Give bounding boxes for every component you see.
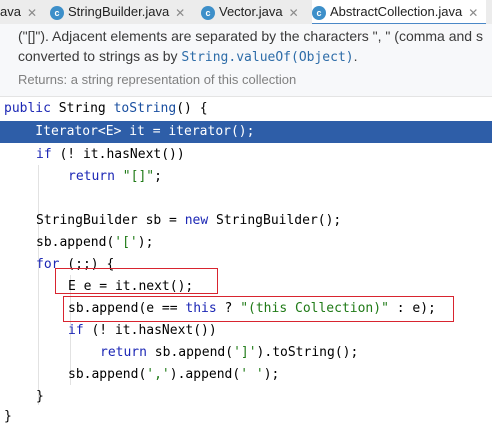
doc-code-link[interactable]: String.valueOf(Object) (181, 50, 353, 65)
annotation-box-next (55, 268, 218, 294)
class-icon: c (50, 5, 64, 20)
doc-text: ("[]"). Adjacent elements are separated … (18, 28, 483, 44)
keyword: return (100, 345, 147, 360)
code-text: () { (176, 101, 208, 116)
close-icon[interactable]: ✕ (175, 6, 185, 20)
code-line-15[interactable]: } (0, 406, 492, 428)
code-text: ).toString(); (256, 345, 359, 360)
code-line-4[interactable]: return "[]"; (0, 166, 492, 188)
code-line-2-selected[interactable]: Iterator<E> it = iterator(); (0, 121, 492, 143)
class-icon: c (312, 5, 326, 20)
doc-text: . (353, 48, 358, 64)
close-icon[interactable]: ✕ (289, 6, 299, 20)
string-literal: "[]" (122, 169, 155, 184)
doc-text: converted to strings as by (18, 48, 182, 64)
code-text: sb.append( (36, 235, 115, 250)
doc-line-1: ("[]"). Adjacent elements are separated … (18, 28, 483, 44)
code-line-6[interactable]: StringBuilder sb = new StringBuilder(); (0, 210, 492, 232)
annotation-box-append (63, 296, 454, 322)
code-text: sb.append( (68, 367, 147, 382)
code-text: String (50, 101, 114, 116)
close-icon[interactable]: ✕ (27, 6, 37, 20)
close-icon[interactable]: ✕ (468, 6, 478, 20)
class-icon: c (201, 5, 215, 20)
code-text: Iterator<E> it = iterator(); (4, 124, 255, 139)
code-text: } (36, 389, 44, 404)
code-line-1[interactable]: public String toString() { (0, 98, 492, 120)
string-literal: ']' (233, 345, 257, 360)
code-line-11[interactable]: if (! it.hasNext()) (0, 320, 492, 342)
code-line-12[interactable]: return sb.append(']').toString(); (0, 342, 492, 364)
code-line-3[interactable]: if (! it.hasNext()) (0, 144, 492, 166)
keyword: public (4, 101, 51, 116)
string-literal: ',' (146, 367, 170, 382)
editor-tab-bar: ava ✕ c StringBuilder.java ✕ c Vector.java ✕ … (0, 0, 492, 25)
code-line-13[interactable]: sb.append(',').append(' '); (0, 364, 492, 386)
tab-abstractcollection[interactable]: c AbstractCollection.java ✕ (312, 0, 487, 25)
string-literal: ' ' (240, 367, 264, 382)
javadoc-panel: ("[]"). Adjacent elements are separated … (0, 24, 492, 97)
tab-label: StringBuilder.java (68, 4, 170, 19)
tab-label: Vector.java (219, 4, 283, 19)
code-text: StringBuilder(); (208, 213, 342, 228)
tab-partial[interactable]: ava ✕ (0, 0, 37, 24)
keyword: if (36, 147, 52, 162)
keyword: new (184, 213, 209, 228)
code-text: (! it.hasNext()) (51, 147, 185, 162)
keyword: return (68, 169, 115, 184)
code-line-14[interactable]: } (0, 386, 492, 408)
doc-returns: Returns: a string representation of this… (18, 72, 297, 87)
code-text: ).append( (169, 367, 241, 382)
code-line-7[interactable]: sb.append('['); (0, 232, 492, 254)
tab-label: ava (0, 4, 21, 19)
string-literal: '[' (114, 235, 138, 250)
code-text: sb.append( (146, 345, 234, 360)
tab-stringbuilder[interactable]: c StringBuilder.java ✕ (50, 0, 185, 24)
method-name: toString (113, 101, 177, 116)
tab-label: AbstractCollection.java (330, 4, 463, 19)
code-text: } (4, 409, 12, 424)
keyword: if (68, 323, 84, 338)
code-text: (! it.hasNext()) (83, 323, 217, 338)
code-text: ; (154, 169, 162, 184)
tab-vector[interactable]: c Vector.java ✕ (201, 0, 299, 24)
doc-line-2: converted to strings as by String.valueO… (18, 48, 358, 65)
code-text: StringBuilder sb = (36, 213, 185, 228)
code-text: ); (263, 367, 280, 382)
code-text: ); (137, 235, 154, 250)
